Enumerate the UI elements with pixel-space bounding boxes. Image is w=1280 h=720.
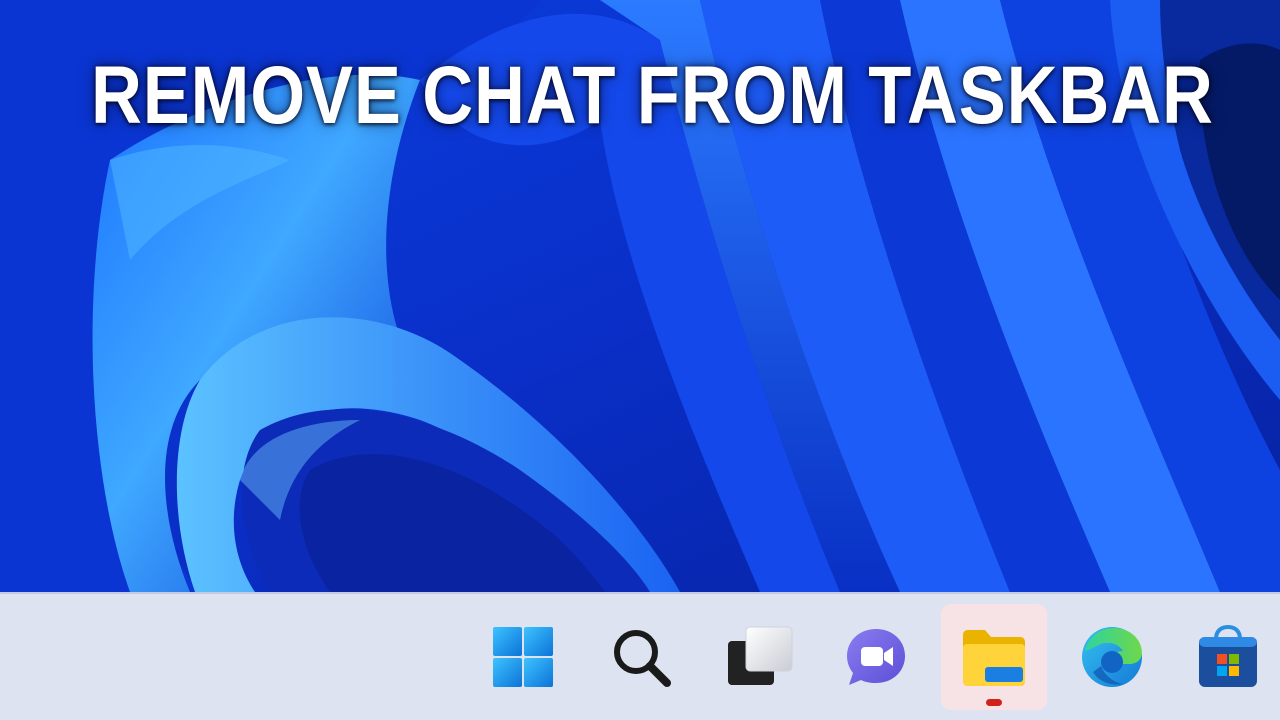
- store-button[interactable]: [1175, 604, 1280, 710]
- edge-button[interactable]: [1059, 604, 1165, 710]
- task-view-button[interactable]: [707, 604, 813, 710]
- file-explorer-button[interactable]: [941, 604, 1047, 710]
- store-bag-icon: [1199, 625, 1257, 687]
- search-button[interactable]: [588, 604, 694, 710]
- task-view-icon: [728, 626, 793, 685]
- taskbar: [0, 592, 1280, 720]
- start-button[interactable]: [470, 604, 576, 710]
- search-icon: [614, 630, 671, 687]
- chat-button[interactable]: [823, 604, 929, 710]
- running-indicator: [986, 699, 1002, 706]
- windows-logo-icon: [493, 627, 553, 687]
- chat-video-icon: [847, 629, 905, 685]
- headline-title: REMOVE CHAT FROM TASKBAR: [91, 50, 1214, 141]
- folder-icon: [963, 630, 1025, 686]
- edge-icon: [1082, 627, 1142, 687]
